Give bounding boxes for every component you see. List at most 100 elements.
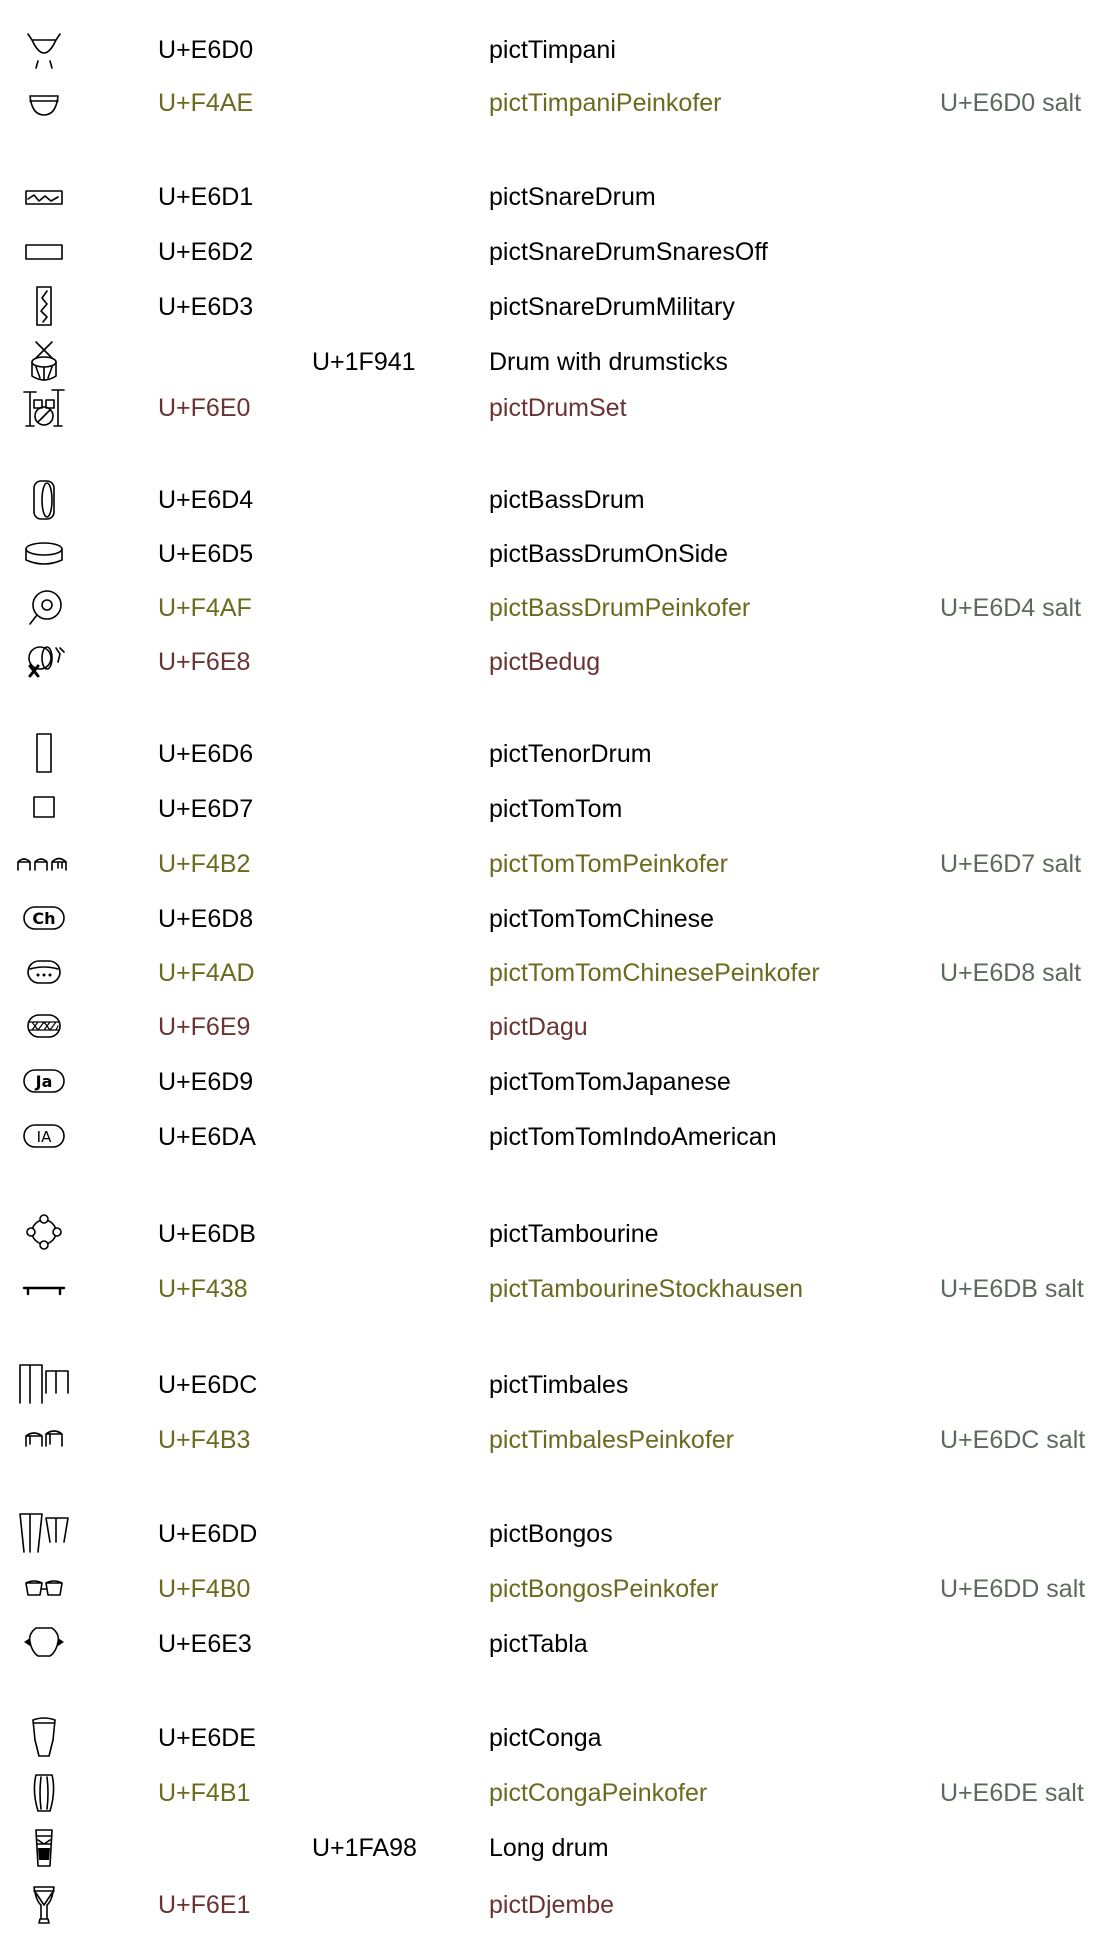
bongos-peinkofer-icon [14, 1567, 74, 1611]
table-row: U+F4AD pictTomTomChinesePeinkofer U+E6D8… [0, 953, 1120, 993]
smufl-code: U+E6D7 [158, 795, 254, 823]
svg-text:IA: IA [37, 1128, 52, 1146]
smufl-code: U+E6DA [158, 1123, 256, 1151]
glyph-name: pictTabla [489, 1630, 588, 1658]
glyph-name: pictDagu [489, 1013, 588, 1041]
glyph-name: pictTomTomChinese [489, 905, 715, 933]
tom-tom-chinese-icon: Ch [14, 897, 74, 941]
glyph-name: pictDjembe [489, 1891, 615, 1919]
unicode-code: U+1F941 [312, 348, 416, 376]
glyph-name: pictBassDrumOnSide [489, 540, 728, 568]
table-row: U+E6D5 pictBassDrumOnSide [0, 534, 1120, 574]
smufl-code: U+E6D4 [158, 486, 254, 514]
drum-set-icon [14, 386, 74, 430]
smufl-code: U+F4B0 [158, 1575, 251, 1603]
glyph-name: pictConga [489, 1724, 602, 1752]
alternate-of: U+E6DE salt [940, 1779, 1084, 1807]
glyph-name: pictTimbales [489, 1371, 629, 1399]
smufl-code: U+E6DB [158, 1220, 256, 1248]
glyph-name: pictSnareDrum [489, 183, 656, 211]
glyph-name: pictCongaPeinkofer [489, 1779, 708, 1807]
tenor-drum-icon [14, 732, 74, 776]
tom-tom-peinkofer-icon [14, 842, 74, 886]
smufl-code: U+F6E8 [158, 648, 251, 676]
svg-text:Ja: Ja [35, 1072, 53, 1091]
glyph-name: pictTambourineStockhausen [489, 1275, 804, 1303]
svg-text:Ch: Ch [32, 909, 55, 928]
alternate-of: U+E6DC salt [940, 1426, 1086, 1454]
glyph-name: pictTambourine [489, 1220, 659, 1248]
glyph-name: pictBedug [489, 648, 601, 676]
table-row: U+F4B3 pictTimbalesPeinkofer U+E6DC salt [0, 1420, 1120, 1460]
smufl-code: U+F6E1 [158, 1891, 251, 1919]
smufl-code: U+E6DE [158, 1724, 256, 1752]
glyph-name: pictTomTom [489, 795, 623, 823]
glyph-name: pictTomTomChinesePeinkofer [489, 959, 820, 987]
tambourine-stockhausen-icon [14, 1267, 74, 1311]
smufl-code: U+F4AD [158, 959, 255, 987]
table-row: U+E6D7 pictTomTom [0, 789, 1120, 829]
table-row: U+E6E3 pictTabla [0, 1624, 1120, 1664]
table-row: U+E6D4 pictBassDrum [0, 480, 1120, 520]
bongos-icon [14, 1512, 74, 1556]
table-row: U+E6DC pictTimbales [0, 1364, 1120, 1405]
smufl-code: U+E6D8 [158, 905, 254, 933]
glyph-name: pictBongos [489, 1520, 613, 1548]
table-row: U+F6E0 pictDrumSet [0, 388, 1120, 428]
smufl-code: U+E6D5 [158, 540, 254, 568]
glyph-name: pictBassDrum [489, 486, 645, 514]
alternate-of: U+E6D0 salt [940, 89, 1082, 117]
djembe-icon [14, 1883, 74, 1927]
table-row: U+F6E9 pictDagu [0, 1007, 1120, 1047]
table-row: U+F4B1 pictCongaPeinkofer U+E6DE salt [0, 1773, 1120, 1813]
bass-drum-icon [14, 478, 74, 522]
smufl-code: U+F4B1 [158, 1779, 251, 1807]
table-row: U+F6E8 pictBedug [0, 642, 1120, 682]
smufl-code: U+E6D0 [158, 36, 254, 64]
glyph-name: pictTomTomPeinkofer [489, 850, 728, 878]
timpani-peinkofer-icon [14, 81, 74, 125]
table-row: U+E6D3 pictSnareDrumMilitary [0, 285, 1120, 329]
glyph-name: Long drum [489, 1834, 609, 1862]
unicode-code: U+1FA98 [312, 1834, 417, 1862]
bass-drum-peinkofer-icon [14, 586, 74, 630]
table-row: U+E6D2 pictSnareDrumSnaresOff [0, 232, 1120, 272]
tom-tom-indo-american-icon: IA [14, 1115, 74, 1159]
table-row: U+E6DD pictBongos [0, 1512, 1120, 1556]
tambourine-icon [14, 1212, 74, 1256]
smufl-code: U+F4B2 [158, 850, 251, 878]
table-row: U+E6D6 pictTenorDrum [0, 732, 1120, 776]
smufl-code: U+F4B3 [158, 1426, 251, 1454]
smufl-code: U+E6D3 [158, 293, 254, 321]
smufl-code: U+F4AF [158, 594, 252, 622]
bass-drum-on-side-icon [14, 532, 74, 576]
dagu-icon [14, 1005, 74, 1049]
table-row: U+E6DB pictTambourine [0, 1214, 1120, 1254]
table-row: U+F4B2 pictTomTomPeinkofer U+E6D7 salt [0, 844, 1120, 884]
timbales-peinkofer-icon [14, 1418, 74, 1462]
smufl-code: U+E6DC [158, 1371, 258, 1399]
long-drum-icon [14, 1826, 74, 1870]
glyph-name: pictSnareDrumSnaresOff [489, 238, 768, 266]
alternate-of: U+E6D8 salt [940, 959, 1082, 987]
smufl-code: U+E6DD [158, 1520, 258, 1548]
glyph-name: pictDrumSet [489, 394, 627, 422]
alternate-of: U+E6DB salt [940, 1275, 1084, 1303]
snare-drum-military-icon [14, 285, 74, 329]
table-row: U+E6D0 pictTimpani [0, 30, 1120, 70]
glyph-name: pictBongosPeinkofer [489, 1575, 719, 1603]
table-row: U+E6DE pictConga [0, 1716, 1120, 1760]
snare-drum-icon [14, 175, 74, 219]
table-row: U+E6D1 pictSnareDrum [0, 177, 1120, 217]
conga-peinkofer-icon [14, 1771, 74, 1815]
smufl-code: U+E6D9 [158, 1068, 254, 1096]
table-row: Ch U+E6D8 pictTomTomChinese [0, 899, 1120, 939]
tom-tom-icon [14, 787, 74, 831]
smufl-code: U+E6D2 [158, 238, 254, 266]
smufl-code: U+F438 [158, 1275, 248, 1303]
conga-icon [14, 1716, 74, 1760]
snare-drum-snares-off-icon [14, 230, 74, 274]
smufl-code: U+F6E0 [158, 394, 251, 422]
table-row: U+F4AE pictTimpaniPeinkofer U+E6D0 salt [0, 83, 1120, 123]
table-row: Ja U+E6D9 pictTomTomJapanese [0, 1062, 1120, 1102]
